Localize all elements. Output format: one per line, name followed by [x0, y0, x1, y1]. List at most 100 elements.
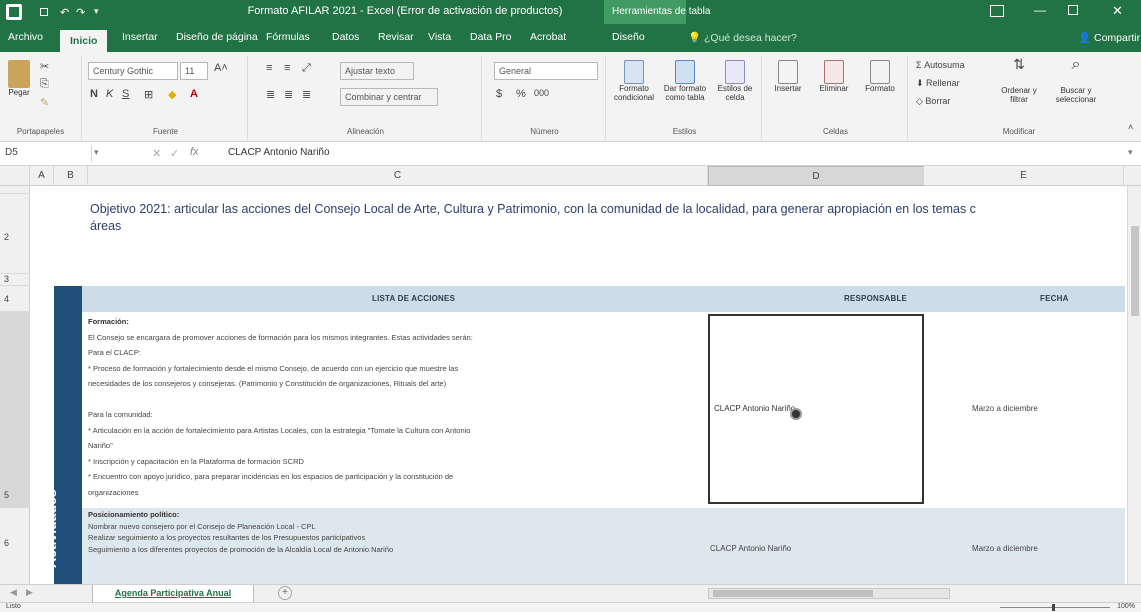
fill-color-icon[interactable]: ◆: [168, 88, 176, 101]
tab-inicio[interactable]: Inicio: [60, 30, 108, 52]
prev-sheet-icon[interactable]: ◀: [10, 587, 17, 598]
enter-icon[interactable]: ✓: [170, 147, 179, 160]
tab-diseno[interactable]: Diseño: [612, 31, 645, 43]
bold-icon[interactable]: N: [90, 88, 98, 100]
column-header-d[interactable]: D: [708, 166, 924, 186]
share-button[interactable]: 👤 Compartir: [1078, 31, 1140, 44]
italic-icon[interactable]: K: [106, 88, 113, 100]
copy-icon[interactable]: ⎘: [40, 78, 49, 91]
align-center-icon[interactable]: ≣: [284, 88, 293, 101]
thousands-button[interactable]: 000: [534, 88, 549, 98]
conditional-format-button[interactable]: Formato condicional: [610, 60, 658, 102]
number-format-select[interactable]: General: [494, 62, 598, 80]
responsable-cell-selected[interactable]: CLACP Antonio Nariño: [708, 314, 924, 504]
row-header-5[interactable]: 5: [0, 312, 30, 508]
row-header-3[interactable]: 3: [0, 274, 30, 286]
format-cells-icon: [870, 60, 890, 84]
insert-function-button[interactable]: fx: [190, 146, 199, 158]
vertical-scrollbar[interactable]: [1127, 186, 1141, 584]
tab-revisar[interactable]: Revisar: [378, 31, 414, 43]
tab-vista[interactable]: Vista: [428, 31, 451, 43]
row-header-6[interactable]: 6: [0, 508, 30, 586]
context-tab-group: Herramientas de tabla: [604, 0, 710, 24]
action-line: organizaciones: [88, 487, 139, 497]
format-painter-icon[interactable]: ✎: [40, 96, 49, 109]
name-box[interactable]: D5: [0, 145, 92, 162]
tell-me-box[interactable]: 💡 ¿Qué desea hacer?: [688, 31, 797, 44]
cut-icon[interactable]: ✂: [40, 60, 49, 73]
fecha-cell-row5[interactable]: Marzo a diciembre: [972, 404, 1038, 413]
align-top-icon[interactable]: ≡: [266, 62, 272, 74]
action-line: Para el CLACP:: [88, 348, 141, 357]
row-header-4[interactable]: 4: [0, 286, 30, 312]
align-middle-icon[interactable]: ≡: [284, 62, 290, 74]
row-header-1[interactable]: [0, 186, 30, 194]
tab-datos[interactable]: Datos: [332, 31, 359, 43]
percent-button[interactable]: %: [516, 88, 526, 100]
minimize-icon[interactable]: —: [1034, 3, 1046, 17]
column-header-c[interactable]: C: [88, 166, 708, 186]
cell-styles-button[interactable]: Estilos de celda: [712, 60, 758, 102]
tab-archivo[interactable]: Archivo: [8, 31, 43, 43]
paste-button[interactable]: Pegar: [4, 60, 34, 97]
redo-icon[interactable]: ↷: [76, 6, 85, 19]
worksheet-grid[interactable]: Objetivo 2021: articular las acciones de…: [30, 186, 1125, 586]
column-header-e[interactable]: E: [924, 166, 1124, 186]
autosum-button[interactable]: Σ Autosuma: [916, 60, 965, 70]
fecha-cell-row6[interactable]: Marzo a diciembre: [972, 544, 1038, 553]
delete-cells-button[interactable]: Eliminar: [812, 60, 856, 93]
save-icon[interactable]: [40, 8, 48, 16]
cancel-icon[interactable]: ✕: [152, 147, 161, 160]
close-icon[interactable]: ✕: [1112, 3, 1123, 19]
collapse-ribbon-icon[interactable]: ˄: [1128, 122, 1133, 132]
clear-button[interactable]: ◇ Borrar: [916, 96, 950, 107]
responsable-cell-row6[interactable]: CLACP Antonio Nariño: [710, 544, 791, 553]
wrap-text-button[interactable]: Ajustar texto: [340, 62, 414, 80]
fill-down-icon: ⬇: [916, 78, 927, 88]
sigma-icon: Σ: [916, 60, 925, 70]
restore-ribbon-icon[interactable]: [990, 5, 1004, 17]
borders-icon[interactable]: ⊞: [144, 88, 153, 101]
sheet-tab-agenda[interactable]: Agenda Participativa Anual: [92, 585, 254, 603]
group-label: Portapapeles: [16, 127, 65, 136]
column-header-a[interactable]: A: [30, 166, 54, 186]
insert-cells-button[interactable]: Insertar: [766, 60, 810, 93]
row-header-2[interactable]: 2: [0, 194, 30, 274]
excel-logo-icon[interactable]: [6, 4, 22, 20]
undo-icon[interactable]: ↶: [60, 6, 69, 19]
orientation-icon[interactable]: ⤢: [302, 62, 311, 75]
tab-formulas[interactable]: Fórmulas: [266, 31, 310, 43]
formula-input[interactable]: CLACP Antonio Nariño: [228, 147, 330, 158]
font-color-icon[interactable]: A: [190, 88, 198, 100]
format-cells-button[interactable]: Formato: [858, 60, 902, 93]
tab-acrobat[interactable]: Acrobat: [530, 31, 566, 43]
next-sheet-icon[interactable]: ▶: [26, 587, 33, 598]
add-sheet-button[interactable]: +: [278, 586, 292, 600]
quick-access-dropdown-icon[interactable]: ▾: [94, 6, 99, 17]
align-right-icon[interactable]: ≣: [302, 88, 311, 101]
sort-filter-button[interactable]: ⇅ Ordenar y filtrar: [994, 57, 1044, 104]
select-all-corner[interactable]: [0, 166, 30, 186]
name-box-dropdown-icon[interactable]: ▾: [94, 147, 99, 158]
find-select-button[interactable]: ⌕ Buscar y seleccionar: [1050, 57, 1102, 105]
maximize-icon[interactable]: [1068, 5, 1078, 15]
zoom-slider[interactable]: [1000, 604, 1110, 611]
merge-center-button[interactable]: Combinar y centrar: [340, 88, 438, 106]
expand-formula-bar-icon[interactable]: ▾: [1128, 147, 1133, 158]
underline-icon[interactable]: S: [122, 88, 129, 100]
tab-insertar[interactable]: Insertar: [122, 31, 158, 43]
font-name-select[interactable]: Century Gothic: [88, 62, 178, 80]
align-left-icon[interactable]: ≣: [266, 88, 275, 101]
tab-data-pro[interactable]: Data Pro: [470, 31, 511, 43]
fill-button[interactable]: ⬇ Rellenar: [916, 78, 960, 89]
format-as-table-button[interactable]: Dar formato como tabla: [660, 60, 710, 102]
column-header-b[interactable]: B: [54, 166, 88, 186]
header-fecha: FECHA: [1040, 294, 1069, 303]
grow-font-icon[interactable]: A˄: [214, 62, 228, 74]
zoom-level[interactable]: 100%: [1117, 603, 1135, 610]
tab-diseno-pagina[interactable]: Diseño de página: [176, 31, 258, 43]
font-size-select[interactable]: 11: [180, 62, 208, 80]
row-headers: 2 3 4 5 6: [0, 186, 30, 586]
currency-button[interactable]: $: [496, 88, 502, 100]
horizontal-scrollbar[interactable]: [708, 588, 950, 599]
